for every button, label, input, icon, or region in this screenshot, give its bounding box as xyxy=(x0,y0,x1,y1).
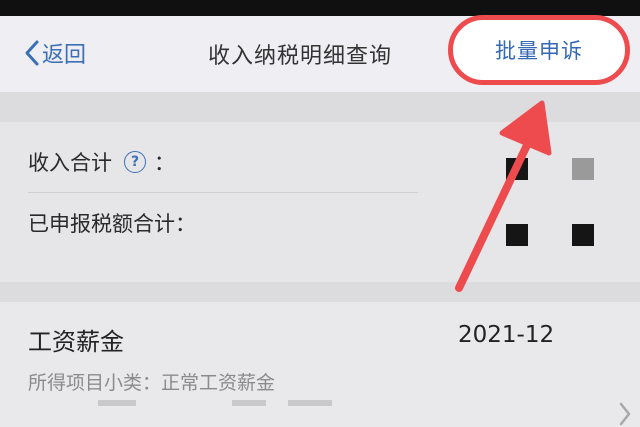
question-circle-icon[interactable]: ? xyxy=(124,151,146,173)
batch-appeal-label: 批量申诉 xyxy=(495,39,583,63)
section-gap xyxy=(0,282,640,302)
income-total-row: 收入合计 ? ： xyxy=(28,147,175,177)
next-row-fragment xyxy=(98,400,136,406)
back-button[interactable]: 返回 xyxy=(24,36,86,70)
record-list-item[interactable] xyxy=(0,302,640,427)
summary-divider xyxy=(28,192,418,193)
tax-total-row: 已申报税额合计： xyxy=(28,208,196,238)
record-subtype: 所得项目小类： 正常工资薪金 xyxy=(28,368,275,395)
income-total-colon: ： xyxy=(154,151,175,175)
page-title: 收入纳税明细查询 xyxy=(208,44,393,69)
income-total-label: 收入合计 xyxy=(28,151,112,175)
record-date: 2021-12 xyxy=(458,322,555,348)
income-total-value-masked-2 xyxy=(572,158,594,180)
chevron-left-icon xyxy=(25,40,39,66)
batch-appeal-button[interactable]: 批量申诉 xyxy=(448,15,630,85)
income-total-value-masked xyxy=(506,158,528,180)
record-title: 工资薪金 xyxy=(28,328,124,356)
back-label: 返回 xyxy=(42,43,87,68)
record-subtype-value: 正常工资薪金 xyxy=(161,372,276,394)
next-row-fragment-3 xyxy=(288,400,332,406)
status-bar xyxy=(0,0,640,16)
next-row-fragment-2 xyxy=(232,400,266,406)
tax-total-value-masked-2 xyxy=(572,224,594,246)
chevron-right-icon xyxy=(619,402,631,426)
tax-total-value-masked xyxy=(506,224,528,246)
record-subtype-label: 所得项目小类： xyxy=(28,372,162,394)
header-separator xyxy=(0,92,640,122)
tax-total-label: 已申报税额合计： xyxy=(28,212,196,236)
summary-card xyxy=(0,122,640,282)
